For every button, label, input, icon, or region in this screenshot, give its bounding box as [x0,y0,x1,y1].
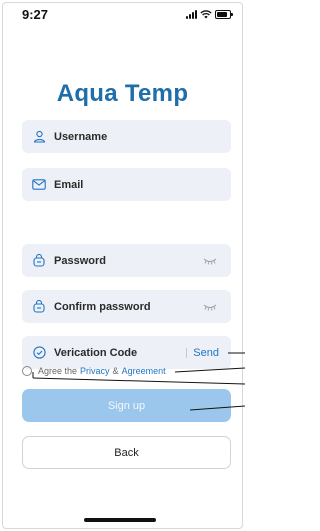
signal-icon [186,9,197,19]
verification-code-field[interactable]: Verication Code Send [22,336,231,369]
agree-radio[interactable] [22,366,32,376]
shield-check-icon [32,346,46,360]
lock-icon [32,300,46,314]
verification-code-label: Verication Code [54,346,138,359]
lock-icon [32,254,46,268]
mail-icon [32,178,46,192]
status-icons [186,9,233,19]
email-field[interactable]: Email [22,168,231,201]
wifi-icon [200,10,212,19]
divider [186,347,188,358]
user-icon [32,130,46,144]
agree-prefix: Agree the [38,366,78,376]
username-field[interactable]: Username [22,120,231,153]
agreement-row: Agree the Privacy & Agreement [22,366,166,376]
home-indicator [84,518,156,522]
confirm-password-field[interactable]: Confirm password [22,290,231,323]
confirm-password-label: Confirm password [54,300,151,313]
username-label: Username [54,130,108,143]
eye-closed-icon[interactable] [203,257,217,265]
status-time: 9:27 [22,7,49,22]
send-code-button[interactable]: Send [193,347,219,359]
privacy-link[interactable]: Privacy [80,366,110,376]
status-bar: 9:27 [0,6,245,26]
app-title: Aqua Temp [56,80,189,107]
password-field[interactable]: Password [22,244,231,277]
agreement-link[interactable]: Agreement [122,366,166,376]
password-label: Password [54,254,106,267]
signup-button[interactable]: Sign up [22,389,231,422]
battery-icon [215,10,233,19]
eye-closed-icon[interactable] [203,303,217,311]
agree-amp: & [112,366,119,376]
email-label: Email [54,178,84,191]
back-button[interactable]: Back [22,436,231,469]
